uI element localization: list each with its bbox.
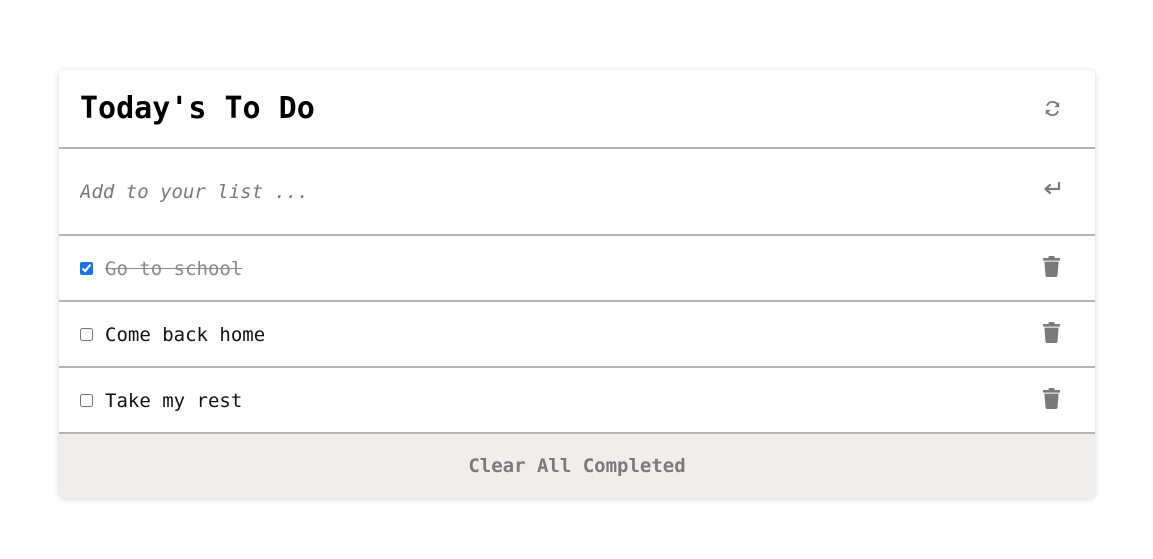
list-item: Go to school	[59, 236, 1095, 302]
enter-return-icon	[1044, 181, 1061, 194]
todo-label: Take my rest	[105, 389, 243, 412]
delete-button[interactable]	[1041, 254, 1061, 278]
add-todo-row	[59, 149, 1095, 236]
refresh-icon	[1045, 101, 1059, 116]
list-item: Take my rest	[59, 368, 1095, 434]
list-item: Come back home	[59, 302, 1095, 368]
delete-button[interactable]	[1041, 386, 1061, 410]
todo-header: Today's To Do	[59, 70, 1095, 149]
todo-checkbox[interactable]	[80, 393, 93, 407]
clear-completed-label: Clear All Completed	[468, 455, 686, 477]
clear-completed-button[interactable]: Clear All Completed	[59, 434, 1095, 498]
todo-label: Come back home	[105, 323, 266, 346]
page-title: Today's To Do	[80, 91, 315, 126]
add-todo-button[interactable]	[1041, 178, 1063, 200]
trash-icon	[1042, 387, 1060, 409]
todo-checkbox[interactable]	[80, 327, 93, 341]
trash-icon	[1042, 255, 1060, 277]
todo-checkbox[interactable]	[80, 261, 93, 275]
add-todo-input[interactable]	[80, 176, 1041, 207]
trash-icon	[1042, 321, 1060, 343]
refresh-button[interactable]	[1041, 98, 1063, 120]
todo-label: Go to school	[105, 257, 243, 280]
todo-card: Today's To Do Go to school	[59, 70, 1095, 498]
delete-button[interactable]	[1041, 320, 1061, 344]
